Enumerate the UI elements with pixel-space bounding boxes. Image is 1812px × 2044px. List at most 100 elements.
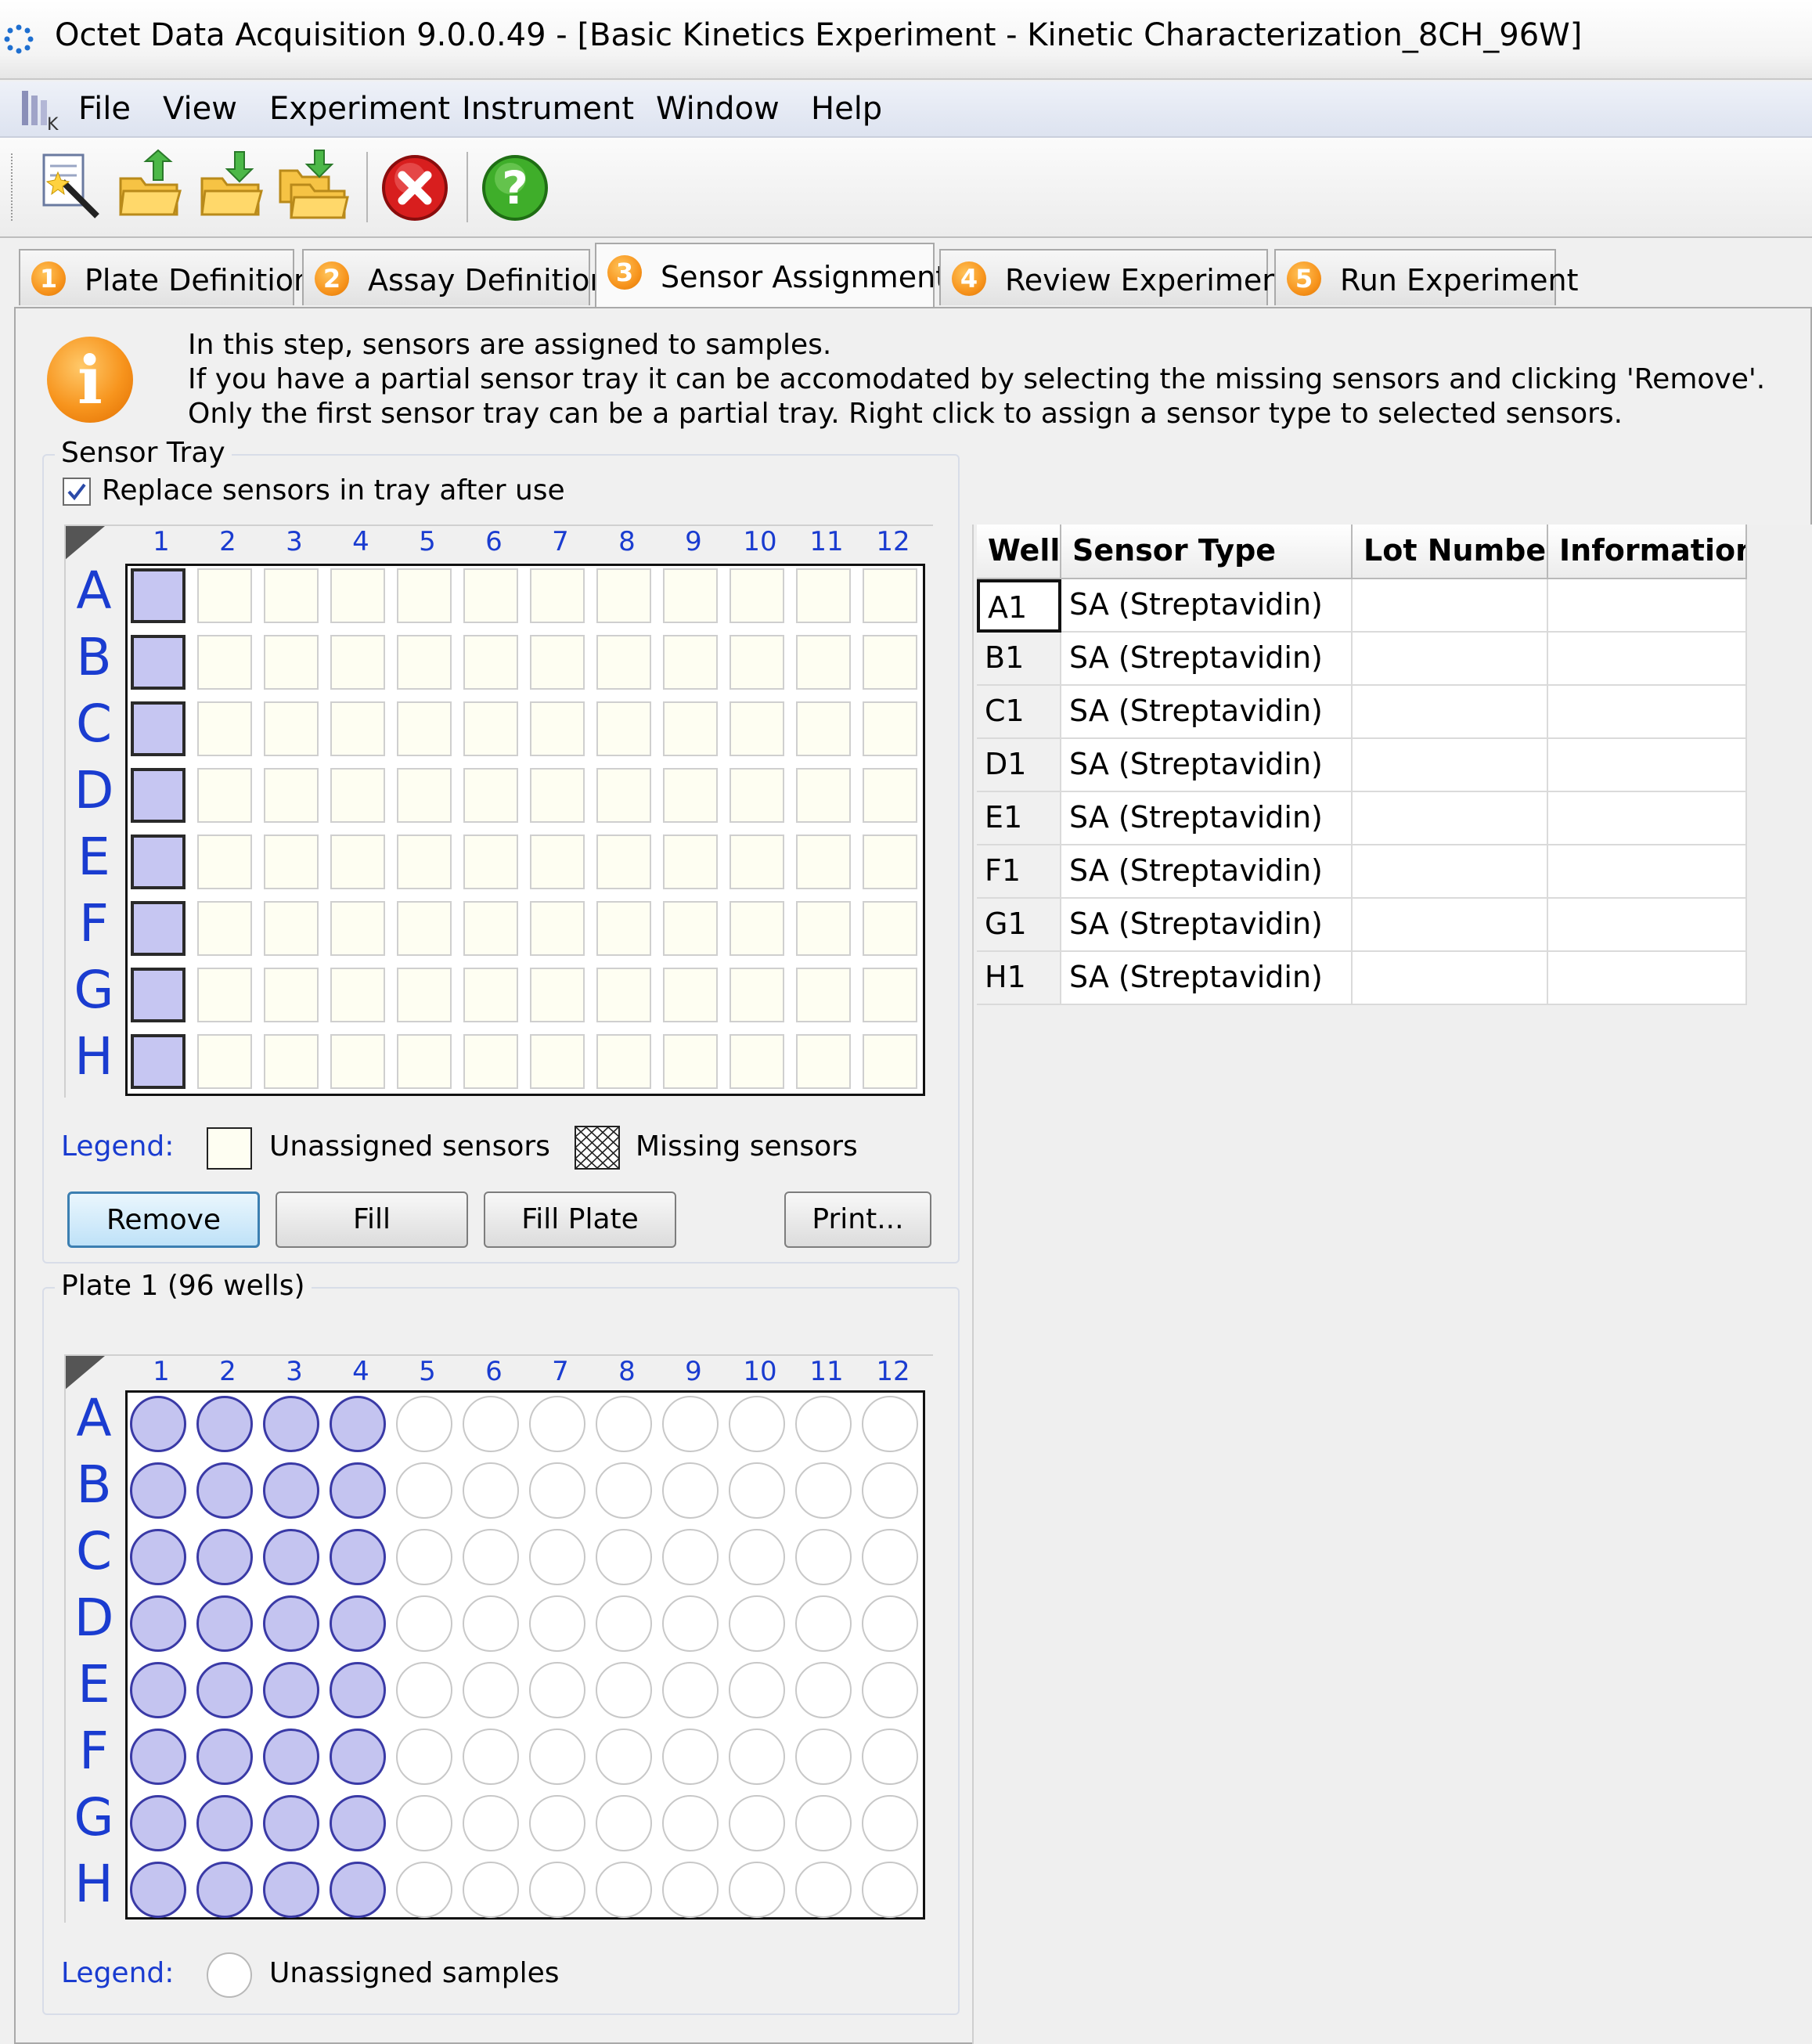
sensor-C1[interactable] bbox=[131, 701, 186, 756]
sensor-F9[interactable] bbox=[663, 901, 718, 956]
sensor-C8[interactable] bbox=[596, 701, 651, 756]
row-header-F[interactable]: F bbox=[70, 893, 117, 954]
sensor-F12[interactable] bbox=[863, 901, 917, 956]
sensor-A5[interactable] bbox=[397, 568, 452, 623]
menu-file[interactable]: File bbox=[78, 91, 131, 127]
sensor-B5[interactable] bbox=[397, 635, 452, 690]
row-header-H[interactable]: H bbox=[70, 1026, 117, 1087]
sensor-H5[interactable] bbox=[397, 1034, 452, 1089]
well-A12[interactable] bbox=[862, 1396, 918, 1452]
well-H6[interactable] bbox=[463, 1862, 519, 1918]
well-D8[interactable] bbox=[596, 1595, 652, 1652]
sensor-F3[interactable] bbox=[264, 901, 319, 956]
table-cell-sensor-type[interactable]: SA (Streptavidin) bbox=[1061, 792, 1353, 845]
tab-review-experiment[interactable]: 4 Review Experiment bbox=[939, 249, 1292, 305]
sensor-C12[interactable] bbox=[863, 701, 917, 756]
column-header-3[interactable]: 3 bbox=[261, 526, 328, 557]
sensor-G7[interactable] bbox=[530, 968, 585, 1022]
well-D4[interactable] bbox=[330, 1595, 386, 1652]
sensor-H4[interactable] bbox=[330, 1034, 385, 1089]
sensor-D8[interactable] bbox=[596, 768, 651, 823]
column-header-4[interactable]: 4 bbox=[327, 1356, 394, 1387]
well-F5[interactable] bbox=[396, 1729, 452, 1785]
well-F11[interactable] bbox=[795, 1729, 852, 1785]
row-header-C[interactable]: C bbox=[70, 1521, 117, 1581]
well-D5[interactable] bbox=[396, 1595, 452, 1652]
sensor-E6[interactable] bbox=[463, 835, 518, 889]
well-D3[interactable] bbox=[263, 1595, 319, 1652]
sensor-F6[interactable] bbox=[463, 901, 518, 956]
sensor-B9[interactable] bbox=[663, 635, 718, 690]
table-cell-well[interactable]: E1 bbox=[977, 792, 1061, 845]
sensor-B1[interactable] bbox=[131, 635, 186, 690]
sensor-E9[interactable] bbox=[663, 835, 718, 889]
well-D9[interactable] bbox=[662, 1595, 719, 1652]
help-icon[interactable]: ? bbox=[476, 147, 554, 225]
sensor-A7[interactable] bbox=[530, 568, 585, 623]
well-C11[interactable] bbox=[795, 1529, 852, 1585]
well-A2[interactable] bbox=[196, 1396, 253, 1452]
table-cell-lot-number[interactable] bbox=[1353, 792, 1548, 845]
sensor-G10[interactable] bbox=[729, 968, 784, 1022]
well-C10[interactable] bbox=[729, 1529, 785, 1585]
column-header-sensor-type[interactable]: Sensor Type bbox=[1061, 525, 1353, 579]
row-header-B[interactable]: B bbox=[70, 627, 117, 687]
table-cell-information[interactable] bbox=[1548, 633, 1747, 686]
well-G11[interactable] bbox=[795, 1795, 852, 1851]
sensor-C4[interactable] bbox=[330, 701, 385, 756]
menu-instrument[interactable]: Instrument bbox=[462, 91, 634, 127]
sensor-A2[interactable] bbox=[197, 568, 252, 623]
tab-sensor-assignment[interactable]: 3 Sensor Assignment bbox=[595, 243, 947, 308]
table-cell-well[interactable]: H1 bbox=[977, 952, 1061, 1005]
sensor-F2[interactable] bbox=[197, 901, 252, 956]
well-F1[interactable] bbox=[130, 1729, 186, 1785]
menu-help[interactable]: Help bbox=[811, 91, 882, 127]
well-G6[interactable] bbox=[463, 1795, 519, 1851]
well-F2[interactable] bbox=[196, 1729, 253, 1785]
sensor-E12[interactable] bbox=[863, 835, 917, 889]
column-header-6[interactable]: 6 bbox=[460, 526, 528, 557]
well-E3[interactable] bbox=[263, 1662, 319, 1718]
sensor-B3[interactable] bbox=[264, 635, 319, 690]
sensor-D5[interactable] bbox=[397, 768, 452, 823]
well-A4[interactable] bbox=[330, 1396, 386, 1452]
sensor-B8[interactable] bbox=[596, 635, 651, 690]
sensor-D2[interactable] bbox=[197, 768, 252, 823]
sensor-E8[interactable] bbox=[596, 835, 651, 889]
well-G8[interactable] bbox=[596, 1795, 652, 1851]
sensor-G3[interactable] bbox=[264, 968, 319, 1022]
well-C2[interactable] bbox=[196, 1529, 253, 1585]
well-E8[interactable] bbox=[596, 1662, 652, 1718]
well-H12[interactable] bbox=[862, 1862, 918, 1918]
well-B12[interactable] bbox=[862, 1462, 918, 1519]
well-D7[interactable] bbox=[529, 1595, 585, 1652]
column-header-2[interactable]: 2 bbox=[194, 526, 261, 557]
column-header-3[interactable]: 3 bbox=[261, 1356, 328, 1387]
well-F9[interactable] bbox=[662, 1729, 719, 1785]
well-G3[interactable] bbox=[263, 1795, 319, 1851]
well-C3[interactable] bbox=[263, 1529, 319, 1585]
sensor-E3[interactable] bbox=[264, 835, 319, 889]
table-cell-lot-number[interactable] bbox=[1353, 739, 1548, 792]
table-cell-well[interactable]: B1 bbox=[977, 633, 1061, 686]
well-A5[interactable] bbox=[396, 1396, 452, 1452]
new-experiment-wizard-icon[interactable] bbox=[31, 147, 110, 225]
row-header-G[interactable]: G bbox=[70, 960, 117, 1020]
table-cell-sensor-type[interactable]: SA (Streptavidin) bbox=[1061, 739, 1353, 792]
sensor-C11[interactable] bbox=[796, 701, 851, 756]
well-D1[interactable] bbox=[130, 1595, 186, 1652]
well-H4[interactable] bbox=[330, 1862, 386, 1918]
well-C4[interactable] bbox=[330, 1529, 386, 1585]
sensor-A4[interactable] bbox=[330, 568, 385, 623]
well-A10[interactable] bbox=[729, 1396, 785, 1452]
table-cell-sensor-type[interactable]: SA (Streptavidin) bbox=[1061, 633, 1353, 686]
tab-plate-definition[interactable]: 1 Plate Definition bbox=[19, 249, 312, 305]
row-header-H[interactable]: H bbox=[70, 1854, 117, 1914]
menu-window[interactable]: Window bbox=[656, 91, 780, 127]
table-cell-information[interactable] bbox=[1548, 579, 1747, 633]
well-E9[interactable] bbox=[662, 1662, 719, 1718]
row-header-G[interactable]: G bbox=[70, 1787, 117, 1848]
sensor-G9[interactable] bbox=[663, 968, 718, 1022]
sensor-B4[interactable] bbox=[330, 635, 385, 690]
sensor-B11[interactable] bbox=[796, 635, 851, 690]
